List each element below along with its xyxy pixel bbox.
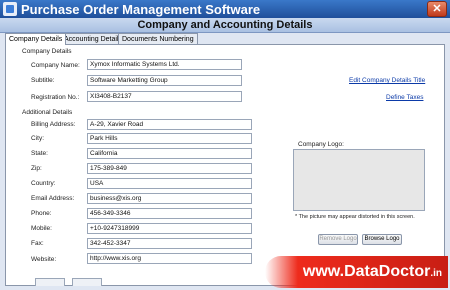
subtitle-field[interactable]: Software Marketting Group — [87, 75, 242, 86]
fax-field[interactable]: 342-452-3347 — [87, 238, 252, 249]
phone-field[interactable]: 456-349-3346 — [87, 208, 252, 219]
state-label: State: — [31, 150, 48, 157]
state-field[interactable]: California — [87, 148, 252, 159]
tab-company-details[interactable]: Company Details — [5, 33, 67, 45]
footer-button-right[interactable] — [72, 278, 102, 286]
window-title: Company and Accounting Details — [137, 19, 313, 31]
registration-label: Registration No.: — [31, 94, 80, 101]
tab-documents-numbering[interactable]: Documents Numbering — [118, 33, 198, 44]
billing-address-label: Billing Address: — [31, 121, 76, 128]
datadoctor-watermark: www.DataDoctor.in — [265, 256, 448, 288]
mobile-field[interactable]: +10-9247318999 — [87, 223, 252, 234]
company-name-field[interactable]: Xymox Informatic Systems Ltd. — [87, 59, 242, 70]
city-field[interactable]: Park Hills — [87, 133, 252, 144]
company-name-label: Company Name: — [31, 62, 80, 69]
country-field[interactable]: USA — [87, 178, 252, 189]
phone-label: Phone: — [31, 210, 52, 217]
email-label: Email Address: — [31, 195, 75, 202]
company-details-panel: Company Details Company Name: Xymox Info… — [5, 44, 445, 286]
city-label: City: — [31, 135, 44, 142]
website-label: Website: — [31, 256, 57, 263]
app-title: Purchase Order Management Software — [21, 2, 261, 17]
define-taxes-link[interactable]: Define Taxes — [386, 94, 423, 101]
company-logo-image[interactable] — [293, 149, 425, 211]
watermark-tld: .in — [430, 268, 442, 279]
email-field[interactable]: business@xis.org — [87, 193, 252, 204]
additional-group-title: Additional Details — [22, 109, 73, 116]
app-icon — [3, 2, 17, 16]
footer-button-left[interactable] — [35, 278, 65, 286]
tab-accounting-details[interactable]: Accounting Details — [60, 33, 126, 44]
fax-label: Fax: — [31, 240, 44, 247]
close-button[interactable]: ✕ — [427, 1, 447, 17]
edit-company-details-title-link[interactable]: Edit Company Details Title — [349, 77, 425, 84]
mobile-label: Mobile: — [31, 225, 52, 232]
zip-label: Zip: — [31, 165, 42, 172]
logo-distortion-note: * The picture may appear distorted in th… — [295, 214, 415, 220]
zip-field[interactable]: 175-389-849 — [87, 163, 252, 174]
remove-logo-button[interactable]: Remove Logo — [318, 234, 358, 245]
website-field[interactable]: http://www.xis.org — [87, 253, 252, 264]
browse-logo-button[interactable]: Browse Logo — [362, 234, 402, 245]
watermark-main: www.DataDoctor — [302, 263, 431, 280]
subtitle-label: Subtitle: — [31, 77, 55, 84]
company-group-title: Company Details — [22, 48, 72, 55]
company-logo-label: Company Logo: — [298, 141, 344, 148]
country-label: Country: — [31, 180, 56, 187]
registration-field[interactable]: XI3408-B2137 — [87, 91, 242, 102]
billing-address-field[interactable]: A-29, Xavier Road — [87, 119, 252, 130]
title-bar: Purchase Order Management Software ✕ — [0, 0, 450, 18]
window-header: Company and Accounting Details — [0, 18, 450, 33]
